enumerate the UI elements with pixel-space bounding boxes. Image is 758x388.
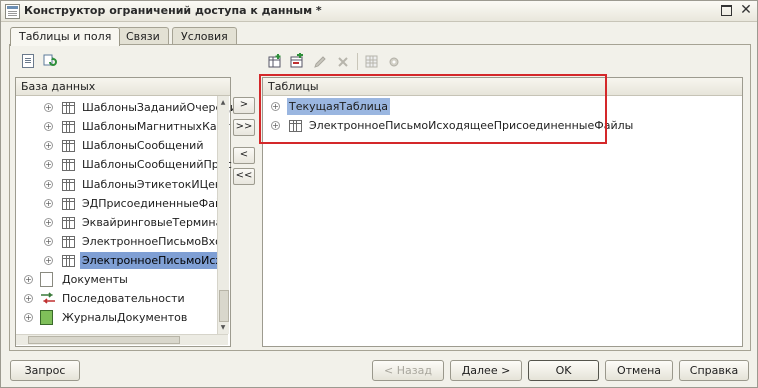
expand-icon[interactable]: + (44, 141, 53, 150)
expand-icon[interactable]: + (44, 160, 53, 169)
table-icon (62, 159, 75, 171)
hscroll-thumb[interactable] (28, 336, 180, 344)
title-bar: Конструктор ограничений доступа к данным… (1, 1, 757, 22)
documents-icon (40, 272, 53, 287)
scroll-up-icon[interactable]: ▲ (218, 97, 228, 107)
table-icon (62, 255, 75, 267)
database-panel-header: База данных (16, 78, 230, 96)
back-button[interactable]: < Назад (372, 360, 444, 381)
refresh-icon[interactable] (41, 53, 57, 69)
expand-icon[interactable]: + (24, 294, 33, 303)
expand-icon[interactable]: + (24, 313, 33, 322)
table-icon (62, 121, 75, 133)
window-title: Конструктор ограничений доступа к данным… (24, 4, 322, 17)
grid-icon[interactable] (364, 54, 380, 70)
expand-icon[interactable]: + (44, 256, 53, 265)
remove-all-button[interactable]: << (233, 168, 255, 185)
scroll-thumb[interactable] (219, 290, 229, 322)
table-icon (62, 179, 75, 191)
query-button[interactable]: Запрос (10, 360, 80, 381)
expand-icon[interactable]: + (271, 102, 280, 111)
edit-icon[interactable] (312, 54, 328, 70)
list-icon[interactable] (19, 53, 35, 69)
database-tree-panel: База данных + ШаблоныЗаданийОчереди + Ша… (15, 77, 237, 347)
maximize-button[interactable] (718, 3, 734, 18)
tables-panel-header: Таблицы (263, 78, 742, 96)
expand-icon[interactable]: + (24, 275, 33, 284)
add-table-icon[interactable] (267, 53, 283, 69)
left-vertical-scrollbar[interactable]: ▲ ▼ (217, 96, 229, 334)
tab-links[interactable]: Связи (117, 27, 169, 45)
next-button[interactable]: Далее > (450, 360, 522, 381)
remove-button[interactable]: < (233, 147, 255, 164)
add-all-button[interactable]: >> (233, 119, 255, 136)
tables-panel: Таблицы + ТекущаяТаблица + ЭлектронноеПи… (262, 77, 743, 347)
table-icon (62, 140, 75, 152)
expand-icon[interactable]: + (44, 103, 53, 112)
expand-icon[interactable]: + (44, 122, 53, 131)
expand-icon[interactable]: + (271, 121, 280, 130)
help-button[interactable]: Справка (679, 360, 749, 381)
close-icon: ✕ (740, 2, 752, 18)
scroll-down-icon[interactable]: ▼ (218, 322, 228, 332)
cancel-button[interactable]: Отмена (605, 360, 673, 381)
app-icon (5, 4, 20, 19)
left-horizontal-scrollbar[interactable] (16, 334, 228, 345)
table-icon (62, 236, 75, 248)
gear-icon[interactable] (386, 54, 402, 70)
expand-icon[interactable]: + (44, 199, 53, 208)
add-button[interactable]: > (233, 97, 255, 114)
table-icon (62, 217, 75, 229)
table-icon (62, 198, 75, 210)
delete-icon[interactable] (335, 54, 351, 70)
expand-icon[interactable]: + (44, 180, 53, 189)
table-icon (289, 120, 302, 132)
close-button[interactable]: ✕ (738, 3, 754, 18)
ok-button[interactable]: OK (528, 360, 599, 381)
expand-icon[interactable]: + (44, 218, 53, 227)
journals-icon (40, 310, 53, 325)
dialog-window: Конструктор ограничений доступа к данным… (0, 0, 758, 388)
table-icon (62, 102, 75, 114)
expand-icon[interactable]: + (44, 237, 53, 246)
tab-conditions[interactable]: Условия (172, 27, 237, 45)
maximize-icon (720, 5, 732, 16)
toolbar-divider (357, 53, 358, 70)
sequences-icon (40, 292, 56, 310)
replace-table-icon[interactable] (289, 53, 305, 69)
tab-tables-and-fields[interactable]: Таблицы и поля (10, 27, 121, 46)
